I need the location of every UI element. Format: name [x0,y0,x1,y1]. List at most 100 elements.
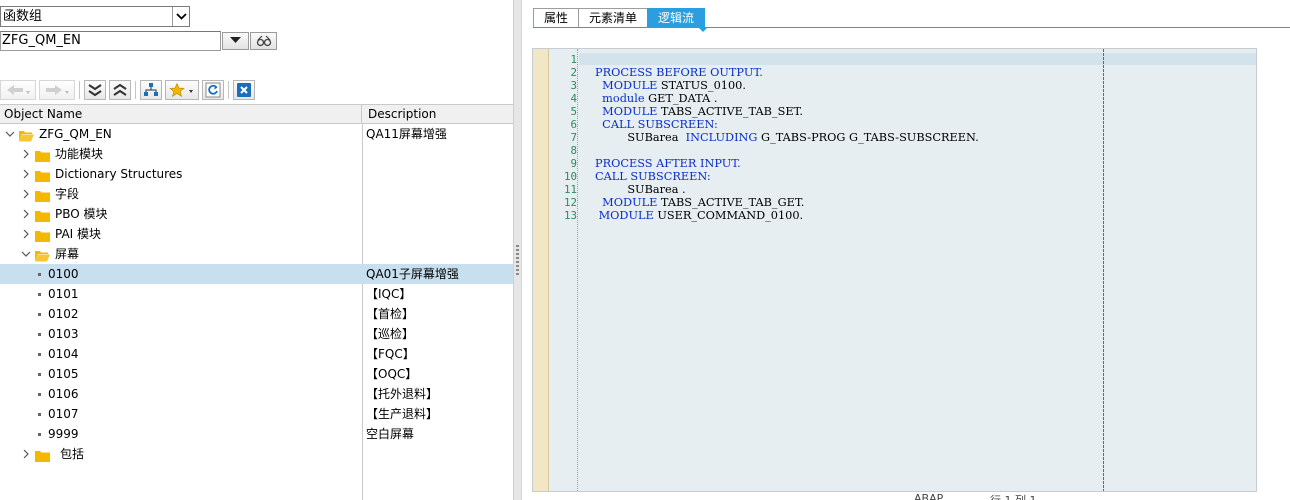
hierarchy-button[interactable] [140,80,162,100]
tree-node[interactable]: 功能模块 [20,144,103,164]
chevron-right-icon[interactable] [20,449,32,459]
tree-node[interactable]: 0102 [38,304,79,324]
code-line[interactable]: 2 PROCESS BEFORE OUTPUT. [550,66,979,79]
chevron-down-icon[interactable] [172,7,189,26]
tree-node-label: 0106 [48,387,79,401]
code-line[interactable]: 9 PROCESS AFTER INPUT. [550,157,979,170]
column-header-object-name[interactable]: Object Name [0,105,362,123]
refresh-icon [205,82,221,98]
code-line[interactable]: 7 SUBarea INCLUDING G_TABS-PROG G_TABS-S… [550,131,978,144]
code-token: TABS_ACTIVE_TAB_GET. [657,196,805,209]
tree-row[interactable]: 0101 【IQC】 [0,284,513,304]
code-keyword: module [595,92,645,105]
tree-row[interactable]: 屏幕 [0,244,513,264]
line-number: 1 [570,53,577,66]
chevron-right-icon[interactable] [20,149,32,159]
tree-node[interactable]: 9999 [38,424,79,444]
tree-row[interactable]: 9999 空白屏幕 [0,424,513,444]
object-type-select[interactable]: 函数组 [0,6,190,27]
splitter-grip-icon[interactable] [516,245,519,275]
tree-row[interactable]: 0104 【FQC】 [0,344,513,364]
folder-icon [35,188,50,202]
pane-splitter[interactable] [513,0,522,500]
column-header-description[interactable]: Description [362,105,513,123]
display-button[interactable] [250,31,277,50]
tree-row[interactable]: 0105 【OQC】 [0,364,513,384]
tab-attributes[interactable]: 属性 [533,8,580,27]
code-line[interactable]: 6 CALL SUBSCREEN: [550,118,979,131]
tree-node[interactable]: PBO 模块 [20,204,108,224]
tree-row[interactable]: 功能模块 [0,144,513,164]
tab-element-list[interactable]: 元素清单 [578,8,649,27]
chevron-right-icon[interactable] [20,189,32,199]
language-indicator: ABAP [914,492,944,500]
chevron-right-icon[interactable] [20,169,32,179]
chevron-right-icon[interactable] [20,229,32,239]
code-line[interactable]: 5 MODULE TABS_ACTIVE_TAB_SET. [550,105,979,118]
code-editor[interactable]: 1 2 PROCESS BEFORE OUTPUT. 3 MODULE STATUS_… [532,48,1257,492]
tree-node[interactable]: 0101 [38,284,79,304]
back-button[interactable] [0,80,36,100]
tree-node[interactable]: 0104 [38,344,79,364]
tree-row[interactable]: 0107 【生产退料】 [0,404,513,424]
tree-node[interactable]: 字段 [20,184,79,204]
tree-node[interactable]: 0100 [38,264,79,284]
tree-node[interactable]: 包括 [20,444,84,464]
tree-node[interactable]: Dictionary Structures [20,164,182,184]
tree-row[interactable]: 0103 【巡检】 [0,324,513,344]
object-type-value: 函数组 [3,9,43,24]
chevron-down-icon[interactable] [4,131,16,138]
collapse-all-button[interactable] [109,80,131,100]
folder-icon [35,448,50,462]
tree-row[interactable]: Dictionary Structures [0,164,513,184]
code-line[interactable]: 8 [550,144,979,157]
tree-node[interactable]: 屏幕 [20,244,79,264]
tree-row[interactable]: 包括 [0,444,513,464]
editor-breakpoint-column[interactable] [533,49,549,491]
tree-row[interactable]: PBO 模块 [0,204,513,224]
tree-row[interactable]: PAI 模块 [0,224,513,244]
code-keyword: CALL SUBSCREEN: [595,170,711,183]
line-number: 6 [570,118,577,131]
tree-node[interactable]: PAI 模块 [20,224,101,244]
editor-status-bar: ABAP 行 1 列 1 [905,492,1290,500]
code-keyword: PROCESS AFTER INPUT. [595,157,741,170]
tree-node-description: 【FQC】 [366,347,415,361]
tree-row[interactable]: 0102 【首检】 [0,304,513,324]
tree-node-label: 字段 [55,187,80,201]
code-token: STATUS_0100. [657,79,746,92]
tree-bullet-icon [38,432,41,436]
chevron-down-icon[interactable] [20,251,32,258]
code-line[interactable]: 3 MODULE STATUS_0100. [550,79,979,92]
tree-node[interactable]: ZFG_QM_EN [4,124,112,144]
tree-node[interactable]: 0103 [38,324,79,344]
code-line[interactable]: 4 module GET_DATA . [550,92,979,105]
refresh-button[interactable] [202,80,224,100]
code-text: MODULE STATUS_0100. [577,79,746,92]
code-line[interactable]: 13 MODULE USER_COMMAND_0100. [550,209,979,222]
tree-row[interactable]: ZFG_QM_EN QA11屏幕增强 [0,124,513,144]
close-button[interactable] [233,80,255,100]
code-line[interactable]: 12 MODULE TABS_ACTIVE_TAB_GET. [550,196,979,209]
code-line[interactable]: 1 [550,53,979,66]
tab-flow-logic[interactable]: 逻辑流 [647,8,706,27]
favorites-button[interactable] [165,80,199,100]
expand-all-button[interactable] [84,80,106,100]
tree-row[interactable]: 0100 QA01子屏幕增强 [0,264,513,284]
code-line[interactable]: 10 CALL SUBSCREEN: [550,170,979,183]
tree-bullet-icon [38,312,41,316]
code-lines: 1 2 PROCESS BEFORE OUTPUT. 3 MODULE STATUS_… [550,53,979,222]
chevron-right-icon[interactable] [20,209,32,219]
tree-row[interactable]: 0106 【托外退料】 [0,384,513,404]
tree-node[interactable]: 0106 [38,384,79,404]
tree-row[interactable]: 字段 [0,184,513,204]
tree-node[interactable]: 0107 [38,404,79,424]
object-name-input[interactable]: ZFG_QM_EN [0,30,221,51]
tree-bullet-icon [38,352,41,356]
dropdown-button[interactable] [222,31,249,50]
tree-node[interactable]: 0105 [38,364,79,384]
forward-button[interactable] [39,80,75,100]
tree-bullet-icon [38,412,41,416]
code-line[interactable]: 11 SUBarea . [550,183,979,196]
tree-node-description: 空白屏幕 [366,427,415,441]
